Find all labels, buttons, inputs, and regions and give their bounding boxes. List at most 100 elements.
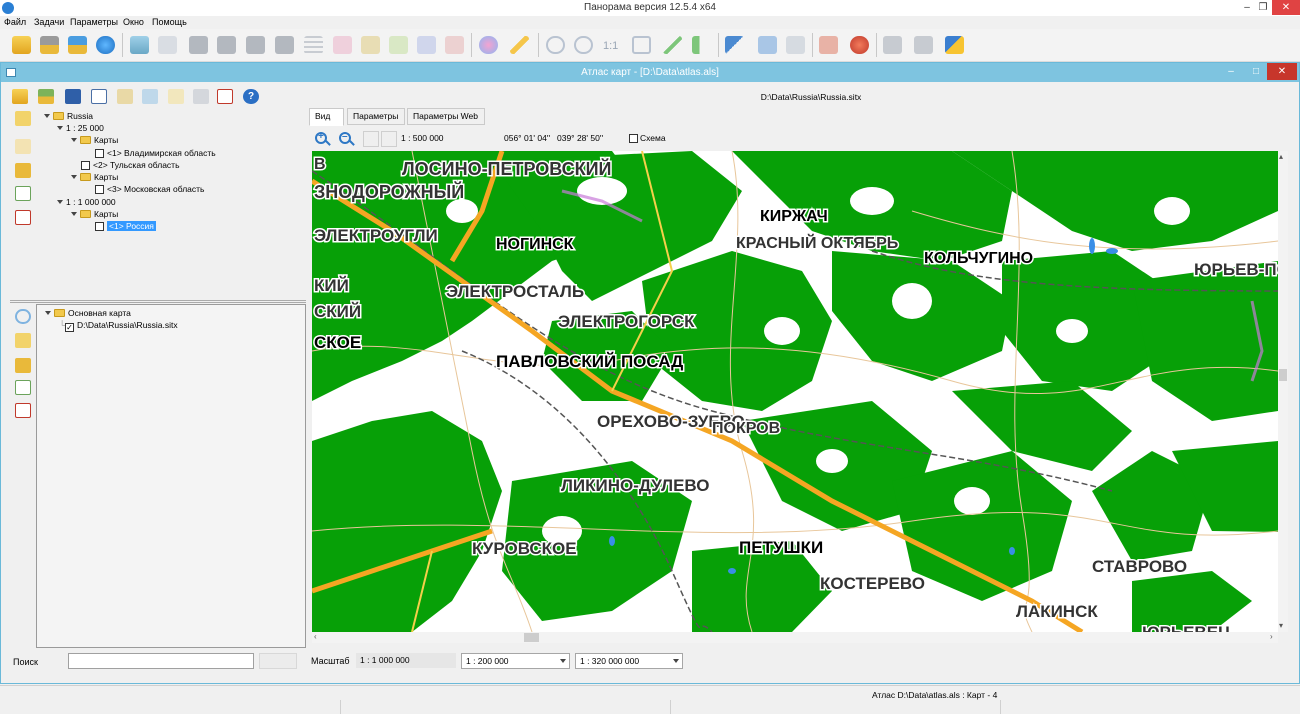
map-checkbox[interactable] (95, 222, 104, 231)
menu-tasks[interactable]: Задачи (34, 17, 64, 27)
add-item-button[interactable] (13, 378, 33, 397)
search-input[interactable] (68, 653, 254, 669)
menu-window[interactable]: Окно (123, 17, 144, 27)
refresh-button[interactable] (13, 307, 33, 326)
atlas-maximize-button[interactable]: □ (1244, 63, 1268, 80)
fit-window-button[interactable] (629, 32, 654, 58)
pencil-button-2[interactable] (358, 32, 383, 58)
scale-1-1-button[interactable]: 1:1 (600, 32, 625, 58)
search-button[interactable] (259, 653, 297, 669)
back-button[interactable] (689, 32, 714, 58)
scan-button[interactable] (155, 32, 180, 58)
remove-folder-button[interactable] (13, 161, 33, 180)
map-checkbox[interactable] (95, 149, 104, 158)
map-canvas[interactable]: ЛОСИНО-ПЕТРОВСКИЙ ЗНОДОРОЖНЫЙ В ЭЛЕКТРОУ… (312, 151, 1278, 632)
help-pointer-button[interactable] (942, 32, 967, 58)
atlas-frame-button[interactable] (166, 87, 186, 106)
print-preview-button[interactable] (911, 32, 936, 58)
atlas-open-button[interactable] (10, 87, 30, 106)
scale-min-select[interactable]: 1 : 200 000 (461, 653, 570, 669)
scroll-down-icon[interactable]: ▾ (1279, 621, 1283, 630)
add-map-button[interactable] (13, 109, 33, 128)
text-button[interactable] (783, 32, 808, 58)
menu-help[interactable]: Помощь (152, 17, 187, 27)
tree-map-item[interactable]: <2> Тульская область (81, 160, 180, 172)
map-file-checkbox[interactable]: ✓ (65, 323, 75, 332)
remove-item-button[interactable] (13, 208, 33, 227)
tree-map-item[interactable]: <3> Московская область (95, 184, 204, 196)
pencil-button-3[interactable] (386, 32, 411, 58)
atlas-image-button[interactable] (140, 87, 160, 106)
pencil-button-4[interactable] (414, 32, 439, 58)
pin-button[interactable] (847, 32, 872, 58)
menu-parameters[interactable]: Параметры (70, 17, 118, 27)
tree-map-item[interactable]: <1> Владимирская область (95, 148, 216, 160)
pointer-button[interactable] (722, 32, 747, 58)
palette-button[interactable] (476, 32, 501, 58)
pencil-button-1[interactable] (330, 32, 355, 58)
binoculars-button-4[interactable] (272, 32, 297, 58)
map-horizontal-scrollbar[interactable]: ‹ › (312, 632, 1278, 643)
list-button[interactable] (301, 32, 326, 58)
nav-button-1[interactable] (363, 131, 379, 147)
atlas-copy-button[interactable] (89, 87, 109, 106)
tree-root[interactable]: Russia (44, 111, 93, 123)
atlas-map-button[interactable] (115, 87, 135, 106)
atlas-open-vector-button[interactable] (36, 87, 56, 106)
scroll-up-icon[interactable]: ▴ (1279, 152, 1283, 161)
map-checkbox[interactable] (95, 185, 104, 194)
layers-button[interactable] (127, 32, 152, 58)
atlas-print-button[interactable] (191, 87, 211, 106)
tree-main-map[interactable]: Основная карта (45, 308, 131, 320)
zoom-out-button[interactable]: – (338, 131, 356, 149)
menu-file[interactable]: Файл (4, 17, 26, 27)
add-item-button[interactable] (13, 184, 33, 203)
tree-scale-group[interactable]: 1 : 1 000 000 (57, 197, 116, 209)
zoom-out-button[interactable] (543, 32, 568, 58)
open-vector-button[interactable] (37, 32, 62, 58)
open-atlas-button[interactable] (65, 32, 90, 58)
tab-parameters[interactable]: Параметры (347, 108, 405, 125)
pencil-button-5[interactable] (442, 32, 467, 58)
atlas-help-button[interactable]: ? (241, 87, 261, 106)
scale-max-select[interactable]: 1 : 320 000 000 (575, 653, 683, 669)
close-button[interactable]: ✕ (1272, 0, 1300, 15)
binoculars-button-3[interactable] (243, 32, 268, 58)
open-folder-button[interactable] (9, 32, 34, 58)
restore-button[interactable]: ❐ (1252, 0, 1274, 15)
remove-item-button[interactable] (13, 401, 33, 420)
lightning-button[interactable] (507, 32, 532, 58)
add-map-button[interactable] (13, 331, 33, 350)
zoom-in-button[interactable]: + (314, 131, 332, 149)
tree-folder[interactable]: Карты (71, 209, 118, 221)
tree-scale-group[interactable]: 1 : 25 000 (57, 123, 104, 135)
check-button[interactable] (660, 32, 685, 58)
add-folder-button[interactable] (13, 356, 33, 375)
scroll-right-icon[interactable]: › (1270, 632, 1273, 641)
binoculars-button-2[interactable] (214, 32, 239, 58)
map-checkbox[interactable] (81, 161, 90, 170)
scheme-toggle[interactable]: Схема (629, 133, 666, 143)
atlas-save-button[interactable] (63, 87, 83, 106)
tab-parameters-web[interactable]: Параметры Web (407, 108, 485, 125)
atlas-close-button[interactable]: ✕ (1267, 63, 1297, 80)
print-button[interactable] (880, 32, 905, 58)
add-folder-button[interactable] (13, 137, 33, 156)
atlas-print-preview-button[interactable] (215, 87, 235, 106)
horizontal-scroll-thumb[interactable] (524, 633, 539, 642)
select-button[interactable] (755, 32, 780, 58)
tab-view[interactable]: Вид (309, 108, 344, 126)
nav-button-2[interactable] (381, 131, 397, 147)
scissors-button[interactable] (816, 32, 841, 58)
scheme-checkbox[interactable] (629, 134, 638, 143)
scroll-left-icon[interactable]: ‹ (314, 632, 317, 641)
tree-folder[interactable]: Карты (71, 172, 118, 184)
vertical-scroll-thumb[interactable] (1279, 369, 1287, 381)
atlas-minimize-button[interactable]: – (1219, 63, 1243, 80)
binoculars-button-1[interactable] (186, 32, 211, 58)
open-globe-button[interactable] (93, 32, 118, 58)
tree-folder[interactable]: Карты (71, 135, 118, 147)
zoom-in-button[interactable] (571, 32, 596, 58)
tree-map-item-selected[interactable]: <1> Россия (95, 221, 156, 233)
map-vertical-scrollbar[interactable]: ▴ ▾ (1278, 151, 1288, 632)
